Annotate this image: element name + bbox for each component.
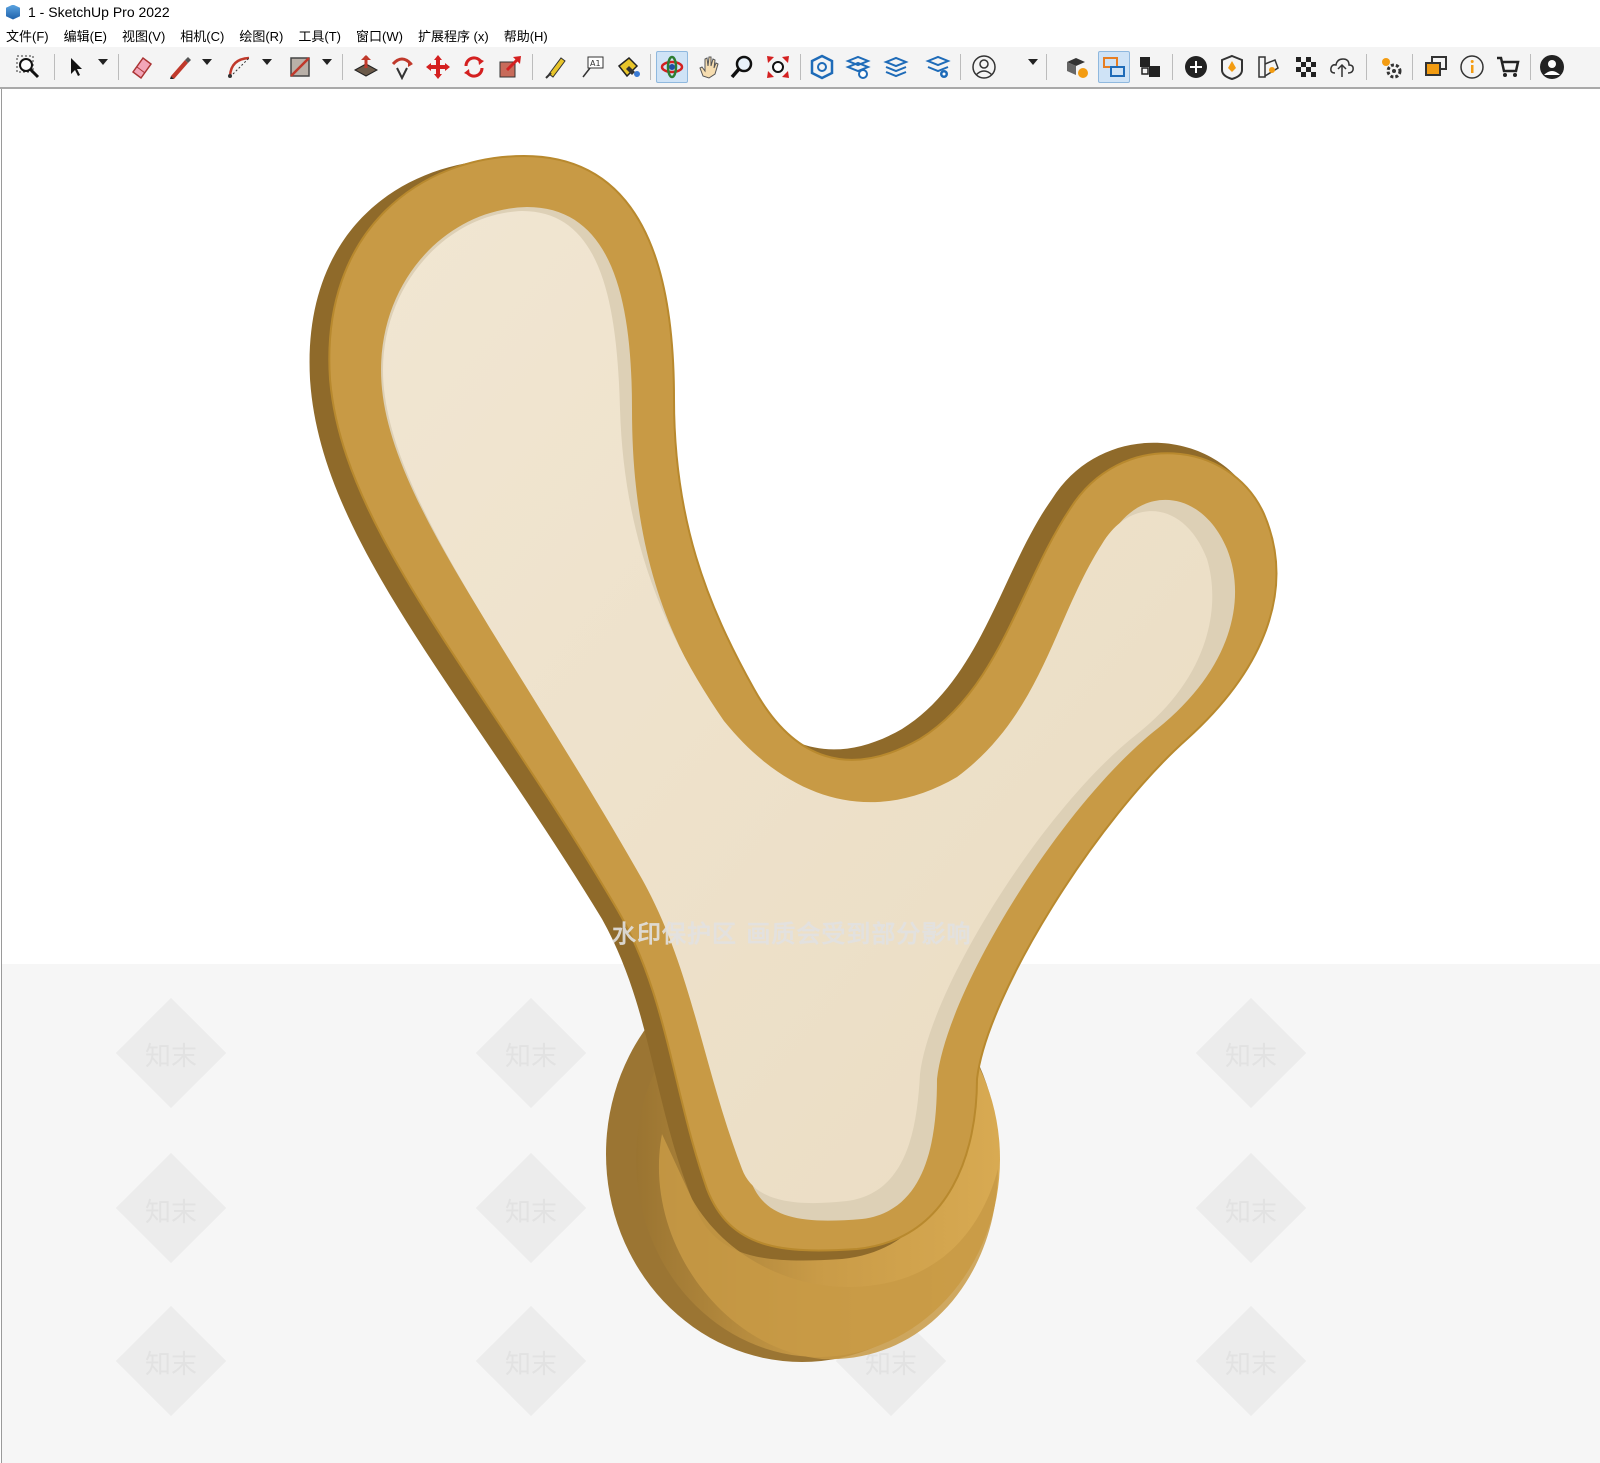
toolbar-separator xyxy=(118,54,119,80)
materials-icon[interactable] xyxy=(1252,51,1284,83)
toolbar-separator xyxy=(650,54,651,80)
menu-edit[interactable]: 编辑(E) xyxy=(64,26,107,45)
3d-warehouse-icon[interactable] xyxy=(806,51,838,83)
cart-icon[interactable] xyxy=(1492,51,1524,83)
eraser-icon[interactable] xyxy=(126,51,158,83)
extension-warehouse-icon[interactable] xyxy=(842,51,874,83)
toolbar-separator xyxy=(532,54,533,80)
settings-gears-icon[interactable] xyxy=(1374,51,1406,83)
drawing-viewport[interactable]: 知末 知末 知末 知末 知末 知末 知末 知末 知末 知末 知末 知末 xyxy=(1,89,1600,1463)
shape-dropdown-icon[interactable] xyxy=(322,59,332,65)
menu-window[interactable]: 窗口(W) xyxy=(356,26,403,45)
menu-bar: 文件(F) 编辑(E) 视图(V) 相机(C) 绘图(R) 工具(T) 窗口(W… xyxy=(0,24,1600,46)
select-arrow-icon[interactable] xyxy=(60,51,92,83)
menu-view[interactable]: 视图(V) xyxy=(122,26,165,45)
svg-text:A1: A1 xyxy=(590,59,601,68)
toolbar-separator xyxy=(342,54,343,80)
menu-file[interactable]: 文件(F) xyxy=(6,26,49,45)
tape-measure-icon[interactable] xyxy=(540,51,572,83)
paint-bucket-icon[interactable] xyxy=(612,51,644,83)
push-pull-icon[interactable] xyxy=(350,51,382,83)
style-builder-icon[interactable] xyxy=(1060,51,1092,83)
title-bar: 1 - SketchUp Pro 2022 xyxy=(0,0,1600,24)
arc-icon[interactable] xyxy=(224,51,256,83)
arc-dropdown-icon[interactable] xyxy=(262,59,272,65)
menu-help[interactable]: 帮助(H) xyxy=(504,26,548,45)
text-label-icon[interactable]: A1 xyxy=(576,51,608,83)
toolbar-separator xyxy=(1412,54,1413,80)
menu-draw[interactable]: 绘图(R) xyxy=(239,26,283,45)
toolbar-separator xyxy=(54,54,55,80)
pencil-line-icon[interactable] xyxy=(164,51,196,83)
layout-icon[interactable] xyxy=(880,51,912,83)
checkerboard-icon[interactable] xyxy=(1290,51,1322,83)
cloud-icon[interactable] xyxy=(1326,51,1358,83)
zoom-extents-icon[interactable] xyxy=(762,51,794,83)
user-account-icon[interactable] xyxy=(968,51,1000,83)
sketchup-app-icon xyxy=(6,4,20,20)
watermark-notice: 水印保护区 画质会受到部分影响 xyxy=(612,920,972,948)
window-title: 1 - SketchUp Pro 2022 xyxy=(28,4,170,20)
zoom-icon[interactable] xyxy=(726,51,758,83)
rotate-icon[interactable] xyxy=(458,51,490,83)
toolbar-separator xyxy=(960,54,961,80)
main-toolbar: A1 xyxy=(0,47,1600,89)
move-icon[interactable] xyxy=(422,51,454,83)
follow-me-icon[interactable] xyxy=(386,51,418,83)
toolbar-separator xyxy=(1046,54,1047,80)
profile-icon[interactable] xyxy=(1536,51,1568,83)
outliner-icon[interactable] xyxy=(1098,51,1130,83)
scale-icon[interactable] xyxy=(494,51,526,83)
line-dropdown-icon[interactable] xyxy=(202,59,212,65)
pan-hand-icon[interactable] xyxy=(692,51,724,83)
toolbar-separator xyxy=(1172,54,1173,80)
extension-manager-icon[interactable] xyxy=(922,51,954,83)
y-shape-model[interactable] xyxy=(2,89,1600,1463)
toolbar-separator xyxy=(1530,54,1531,80)
section-plane-icon[interactable] xyxy=(1216,51,1248,83)
info-icon[interactable] xyxy=(1456,51,1488,83)
menu-extensions[interactable]: 扩展程序 (x) xyxy=(418,26,489,45)
menu-camera[interactable]: 相机(C) xyxy=(180,26,224,45)
add-location-icon[interactable] xyxy=(1180,51,1212,83)
components-icon[interactable] xyxy=(1420,51,1452,83)
rectangle-icon[interactable] xyxy=(284,51,316,83)
toolbar-separator xyxy=(800,54,801,80)
orbit-icon[interactable] xyxy=(656,51,688,83)
scenes-icon[interactable] xyxy=(1134,51,1166,83)
account-dropdown-icon[interactable] xyxy=(1028,59,1038,65)
select-dropdown-icon[interactable] xyxy=(98,59,108,65)
zoom-window-icon[interactable] xyxy=(12,51,44,83)
toolbar-separator xyxy=(1366,54,1367,80)
menu-tools[interactable]: 工具(T) xyxy=(298,26,341,45)
